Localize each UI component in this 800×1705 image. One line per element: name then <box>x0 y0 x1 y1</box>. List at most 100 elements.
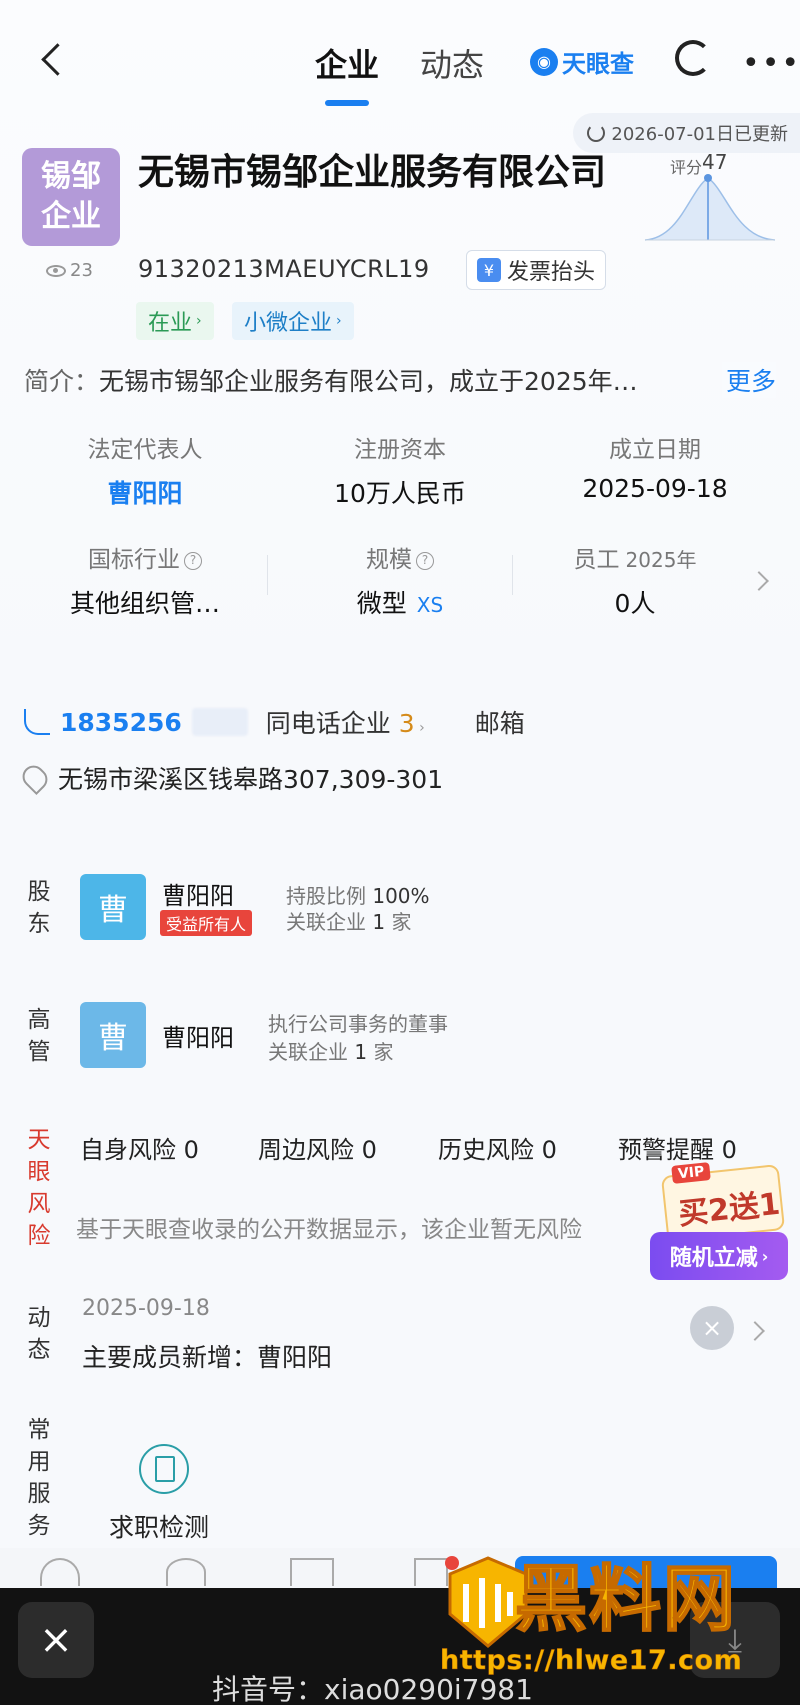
staff[interactable]: 员工 2025年 0人 <box>510 540 760 620</box>
score-label: 评分 <box>670 158 703 177</box>
phone-mask <box>191 708 248 736</box>
building-search-icon <box>139 1444 189 1494</box>
tab-news[interactable]: 动态 <box>420 40 484 86</box>
shareholder-ratio: 持股比例 100% <box>286 884 430 908</box>
promo-badge[interactable]: VIP 买2送1 随机立减 › <box>650 1150 788 1280</box>
risk-note: 基于天眼查收录的公开数据显示，该企业暂无风险 <box>76 1217 582 1243</box>
back-icon[interactable] <box>36 40 76 80</box>
compare-icon[interactable] <box>290 1558 334 1586</box>
credit-code[interactable]: 91320213MAEUYCRL19 <box>138 255 430 283</box>
divider <box>267 555 268 595</box>
address-row[interactable]: 无锡市梁溪区钱皋路307,309-301 <box>18 760 444 796</box>
company-size-badge-label: 小微企业 <box>244 311 333 336</box>
info-icon[interactable]: ? <box>184 551 202 570</box>
staff-value: 0人 <box>614 589 656 618</box>
scale[interactable]: 规模? 微型 XS <box>275 540 525 620</box>
phone-row[interactable]: 1835256 同电话企业 3 › 邮箱 <box>24 704 525 740</box>
registered-capital-value: 10万人民币 <box>334 479 466 508</box>
intro-label: 简介： <box>24 367 100 396</box>
executive-related[interactable]: 关联企业 1 家 <box>268 1036 393 1065</box>
scale-label: 规模? <box>275 540 525 574</box>
intro-row[interactable]: 简介：无锡市锡邹企业服务有限公司，成立于2025年… 更多 <box>24 362 784 398</box>
update-status-text: 2026-07-01日已更新 <box>611 124 788 145</box>
view-count: 23 <box>46 260 93 281</box>
staff-year: 2025年 <box>625 548 697 572</box>
risk-self[interactable]: 自身风险 0 <box>80 1130 199 1165</box>
founded-date-value: 2025-09-18 <box>582 474 728 503</box>
staff-label: 员工 2025年 <box>573 547 697 573</box>
score-curve <box>644 177 776 241</box>
company-name: 无锡市锡邹企业服务有限公司 <box>138 152 607 193</box>
services-section-label: 常用服务 <box>27 1417 51 1539</box>
star-icon[interactable] <box>166 1558 206 1586</box>
search-icon[interactable] <box>675 40 711 76</box>
view-count-value: 23 <box>70 260 93 281</box>
home-icon[interactable] <box>40 1558 80 1586</box>
more-icon[interactable]: ••• <box>742 46 800 81</box>
company-size-badge[interactable]: 小微企业 › <box>232 302 354 340</box>
service-job-check[interactable]: 求职检测 <box>104 1444 224 1544</box>
eye-icon <box>46 264 66 277</box>
industry-value: 其他组织管… <box>69 589 220 618</box>
chevron-right-icon[interactable] <box>745 1321 765 1341</box>
news-text[interactable]: 主要成员新增：曹阳阳 <box>82 1338 332 1374</box>
founded-date: 成立日期 2025-09-18 <box>530 430 780 503</box>
executive-name[interactable]: 曹阳阳 <box>162 1018 234 1053</box>
news-section-label: 动态 <box>27 1305 51 1363</box>
brand-name: 天眼查 <box>562 50 634 78</box>
risk-history[interactable]: 历史风险 0 <box>438 1130 557 1165</box>
yen-icon: ¥ <box>477 258 501 282</box>
score-value: 47 <box>702 150 728 174</box>
shareholder-name[interactable]: 曹阳阳 <box>162 876 234 911</box>
watermark-title: 黑料网 <box>514 1556 738 1642</box>
location-pin-icon <box>18 761 52 795</box>
industry[interactable]: 国标行业? 其他组织管… <box>20 540 270 620</box>
brand-eye-icon: ◉ <box>530 47 558 76</box>
executive-role: 执行公司事务的董事 <box>268 1012 448 1036</box>
page: 企业 动态 ◉ 天眼查 ••• 2026-07-01日已更新 锡邹 企业 23 … <box>0 0 800 1705</box>
registered-capital: 注册资本 10万人民币 <box>275 430 525 510</box>
legal-rep-value[interactable]: 曹阳阳 <box>20 474 270 510</box>
intro-more-link[interactable]: 更多 <box>721 362 776 398</box>
phone-icon <box>24 709 50 735</box>
legal-rep[interactable]: 法定代表人 曹阳阳 <box>20 430 270 510</box>
company-logo: 锡邹 企业 <box>22 148 120 246</box>
shareholder-related[interactable]: 关联企业 1 家 <box>286 906 411 935</box>
registered-capital-label: 注册资本 <box>354 437 446 463</box>
shareholder-section-label: 股东 <box>27 879 51 937</box>
promo-button[interactable]: 随机立减 › <box>650 1232 788 1280</box>
update-status[interactable]: 2026-07-01日已更新 <box>573 113 800 153</box>
brand-logo: ◉ 天眼查 <box>530 44 634 79</box>
tab-company[interactable]: 企业 <box>315 40 379 86</box>
phone-number[interactable]: 1835256 <box>60 708 182 737</box>
scale-tag: XS <box>416 593 444 617</box>
intro-text: 无锡市锡邹企业服务有限公司，成立于2025年… <box>99 367 638 396</box>
logo-line-2: 企业 <box>41 199 101 234</box>
status-badge[interactable]: 在业 › <box>136 302 214 340</box>
top-bar: 企业 动态 ◉ 天眼查 ••• <box>0 0 800 115</box>
score-marker-dot <box>704 174 712 182</box>
info-icon[interactable]: ? <box>416 551 434 570</box>
same-phone-link[interactable]: 同电话企业 3 › <box>266 704 425 740</box>
risk-surrounding[interactable]: 周边风险 0 <box>258 1130 377 1165</box>
overlay-close-button[interactable]: × <box>18 1602 94 1678</box>
email-link[interactable]: 邮箱 <box>475 704 525 740</box>
scale-value: 微型 XS <box>356 589 444 618</box>
legal-rep-label: 法定代表人 <box>87 437 203 463</box>
avatar[interactable]: 曹 <box>80 874 146 940</box>
close-icon[interactable]: × <box>690 1306 734 1350</box>
founded-date-label: 成立日期 <box>609 437 701 463</box>
executive-section-label: 高管 <box>27 1007 51 1065</box>
invoice-button-label: 发票抬头 <box>507 260 596 285</box>
service-label: 求职检测 <box>108 1513 209 1542</box>
beneficial-owner-badge: 受益所有人 <box>160 910 253 936</box>
risk-section-label: 天眼风险 <box>27 1127 51 1249</box>
active-tab-indicator <box>325 100 369 106</box>
address-text: 无锡市梁溪区钱皋路307,309-301 <box>58 765 444 794</box>
avatar[interactable]: 曹 <box>80 1002 146 1068</box>
same-phone-count: 3 <box>398 709 415 738</box>
refresh-icon <box>587 124 606 142</box>
invoice-button[interactable]: ¥ 发票抬头 <box>466 250 607 290</box>
status-badge-label: 在业 <box>148 311 193 336</box>
douyin-id: 抖音号：xiao0290i7981 <box>212 1673 533 1705</box>
